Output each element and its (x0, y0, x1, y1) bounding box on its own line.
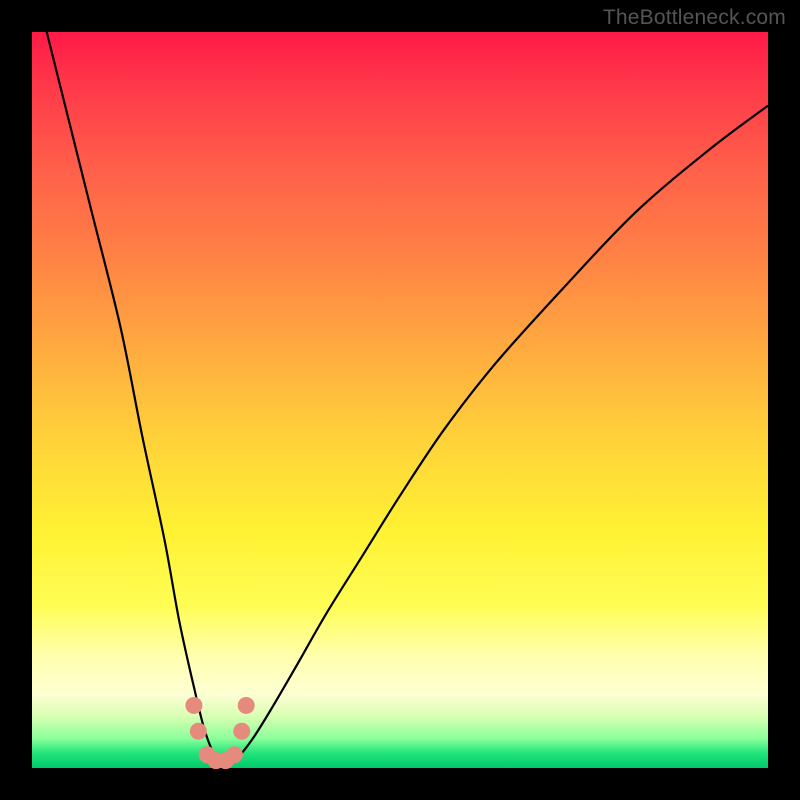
chart-svg (0, 0, 800, 800)
minimum-marker (190, 723, 207, 740)
curve-group (32, 0, 768, 762)
minimum-marker (185, 697, 202, 714)
bottleneck-curve (32, 0, 768, 762)
minimum-marker (238, 697, 255, 714)
chart-frame: TheBottleneck.com (0, 0, 800, 800)
marker-group (185, 697, 254, 769)
minimum-marker (226, 746, 243, 763)
minimum-marker (233, 723, 250, 740)
